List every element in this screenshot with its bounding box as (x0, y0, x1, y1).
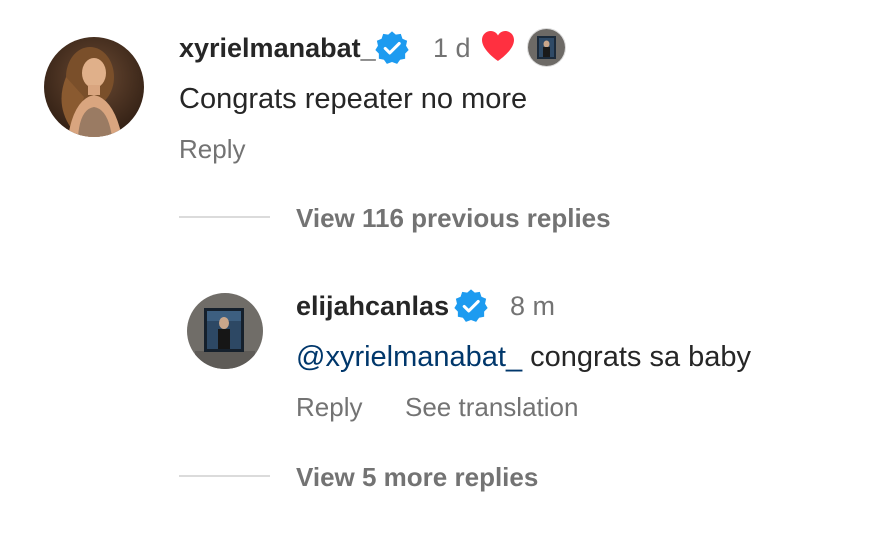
comment-timestamp: 1 d (433, 33, 471, 63)
thread-divider-line (179, 216, 270, 218)
replier-avatar[interactable] (187, 293, 263, 369)
verified-badge-icon (453, 288, 489, 324)
commenter-avatar[interactable] (44, 37, 144, 137)
comment-text: Congrats repeater no more (179, 83, 528, 115)
mention-link[interactable]: @xyrielmanabat_ (296, 341, 522, 373)
creator-liked-heart-icon (480, 29, 516, 63)
reply-text: @xyrielmanabat_ congrats sa baby (296, 340, 751, 374)
replier-username[interactable]: elijahcanlas (296, 290, 449, 322)
reply-button[interactable]: Reply (179, 134, 245, 164)
view-more-replies-button[interactable]: View 5 more replies (296, 462, 538, 492)
reply-timestamp: 8 m (510, 291, 556, 321)
verified-badge-icon (374, 30, 410, 66)
reply-body-text: congrats sa baby (522, 341, 752, 373)
see-translation-button[interactable]: See translation (405, 392, 578, 422)
commenter-username[interactable]: xyrielmanabat_ (179, 32, 376, 64)
reply-button[interactable]: Reply (296, 392, 362, 422)
view-previous-replies-button[interactable]: View 116 previous replies (296, 203, 611, 233)
thread-divider-line (179, 475, 270, 477)
creator-like-avatar (527, 28, 566, 67)
